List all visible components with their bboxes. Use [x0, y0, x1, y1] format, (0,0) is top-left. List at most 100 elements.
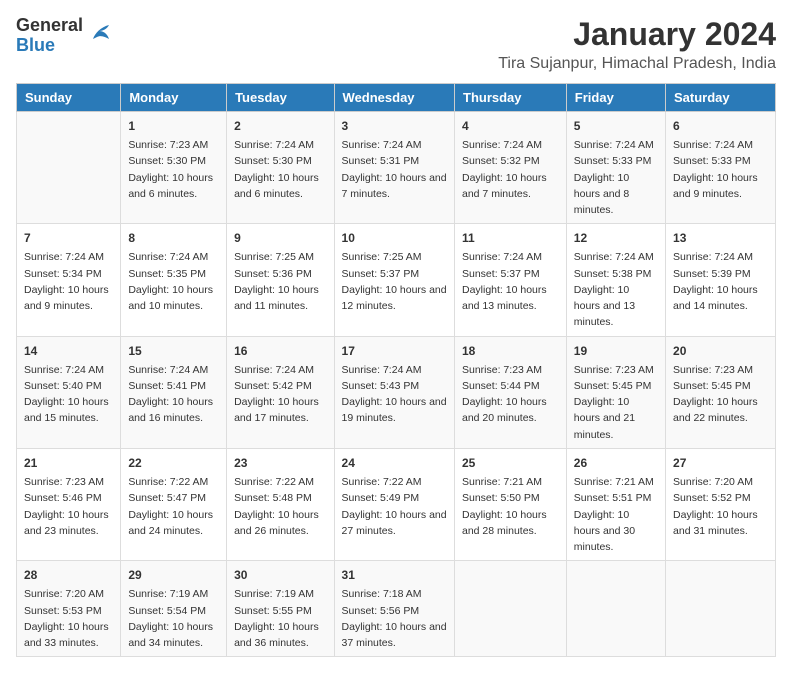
calendar-cell: 12 Sunrise: 7:24 AMSunset: 5:38 PMDayligh… [566, 224, 665, 336]
calendar-cell: 27 Sunrise: 7:20 AMSunset: 5:52 PMDayligh… [666, 448, 776, 560]
day-number: 2 [234, 117, 326, 135]
calendar-cell: 21Sunrise: 7:23 AMSunset: 5:46 PMDayligh… [17, 448, 121, 560]
cell-info: Sunrise: 7:25 AMSunset: 5:37 PMDaylight:… [342, 249, 447, 314]
calendar-week-row: 21Sunrise: 7:23 AMSunset: 5:46 PMDayligh… [17, 448, 776, 560]
day-number: 25 [462, 454, 559, 472]
calendar-cell: 4 Sunrise: 7:24 AMSunset: 5:32 PMDaylight… [455, 112, 567, 224]
day-number: 28 [24, 566, 113, 584]
calendar-cell: 18 Sunrise: 7:23 AMSunset: 5:44 PMDayligh… [455, 336, 567, 448]
calendar-cell [566, 561, 665, 657]
cell-info: Sunrise: 7:18 AMSunset: 5:56 PMDaylight:… [342, 586, 447, 651]
day-number: 30 [234, 566, 326, 584]
cell-info: Sunrise: 7:21 AMSunset: 5:51 PMDaylight:… [574, 474, 658, 555]
column-header-sunday: Sunday [17, 84, 121, 112]
calendar-cell [666, 561, 776, 657]
day-number: 31 [342, 566, 447, 584]
main-title: January 2024 [498, 16, 776, 53]
day-number: 20 [673, 342, 768, 360]
day-number: 27 [673, 454, 768, 472]
logo-bird-icon [87, 17, 117, 54]
calendar-cell: 20 Sunrise: 7:23 AMSunset: 5:45 PMDayligh… [666, 336, 776, 448]
calendar-cell: 14 Sunrise: 7:24 AMSunset: 5:40 PMDayligh… [17, 336, 121, 448]
day-number: 9 [234, 229, 326, 247]
cell-info: Sunrise: 7:23 AMSunset: 5:46 PMDaylight:… [24, 474, 113, 539]
calendar-cell: 17 Sunrise: 7:24 AMSunset: 5:43 PMDayligh… [334, 336, 454, 448]
cell-info: Sunrise: 7:24 AMSunset: 5:33 PMDaylight:… [574, 137, 658, 218]
day-number: 1 [128, 117, 219, 135]
title-area: January 2024 Tira Sujanpur, Himachal Pra… [498, 16, 776, 73]
cell-info: Sunrise: 7:23 AMSunset: 5:44 PMDaylight:… [462, 362, 559, 427]
cell-info: Sunrise: 7:24 AMSunset: 5:43 PMDaylight:… [342, 362, 447, 427]
calendar-cell: 5 Sunrise: 7:24 AMSunset: 5:33 PMDaylight… [566, 112, 665, 224]
day-number: 19 [574, 342, 658, 360]
calendar-cell: 15 Sunrise: 7:24 AMSunset: 5:41 PMDayligh… [121, 336, 227, 448]
cell-info: Sunrise: 7:24 AMSunset: 5:34 PMDaylight:… [24, 249, 113, 314]
calendar-cell: 30Sunrise: 7:19 AMSunset: 5:55 PMDayligh… [227, 561, 334, 657]
day-number: 12 [574, 229, 658, 247]
day-number: 10 [342, 229, 447, 247]
logo-general: General [16, 16, 83, 36]
calendar-cell: 13 Sunrise: 7:24 AMSunset: 5:39 PMDayligh… [666, 224, 776, 336]
logo-blue: Blue [16, 36, 83, 56]
calendar-cell [455, 561, 567, 657]
calendar-cell: 16 Sunrise: 7:24 AMSunset: 5:42 PMDayligh… [227, 336, 334, 448]
day-number: 18 [462, 342, 559, 360]
calendar-cell: 22Sunrise: 7:22 AMSunset: 5:47 PMDayligh… [121, 448, 227, 560]
cell-info: Sunrise: 7:23 AMSunset: 5:45 PMDaylight:… [574, 362, 658, 443]
calendar-week-row: 28Sunrise: 7:20 AMSunset: 5:53 PMDayligh… [17, 561, 776, 657]
cell-info: Sunrise: 7:23 AMSunset: 5:45 PMDaylight:… [673, 362, 768, 427]
calendar-cell: 26 Sunrise: 7:21 AMSunset: 5:51 PMDayligh… [566, 448, 665, 560]
day-number: 24 [342, 454, 447, 472]
day-number: 13 [673, 229, 768, 247]
calendar-cell: 2 Sunrise: 7:24 AMSunset: 5:30 PMDaylight… [227, 112, 334, 224]
cell-info: Sunrise: 7:24 AMSunset: 5:32 PMDaylight:… [462, 137, 559, 202]
cell-info: Sunrise: 7:20 AMSunset: 5:52 PMDaylight:… [673, 474, 768, 539]
calendar-cell: 31 Sunrise: 7:18 AMSunset: 5:56 PMDayligh… [334, 561, 454, 657]
cell-info: Sunrise: 7:25 AMSunset: 5:36 PMDaylight:… [234, 249, 326, 314]
column-header-monday: Monday [121, 84, 227, 112]
cell-info: Sunrise: 7:23 AMSunset: 5:30 PMDaylight:… [128, 137, 219, 202]
page-header: General Blue January 2024 Tira Sujanpur,… [16, 16, 776, 73]
calendar-week-row: 7 Sunrise: 7:24 AMSunset: 5:34 PMDaylight… [17, 224, 776, 336]
calendar-cell: 23 Sunrise: 7:22 AMSunset: 5:48 PMDayligh… [227, 448, 334, 560]
calendar-header-row: SundayMondayTuesdayWednesdayThursdayFrid… [17, 84, 776, 112]
calendar-cell: 28Sunrise: 7:20 AMSunset: 5:53 PMDayligh… [17, 561, 121, 657]
cell-info: Sunrise: 7:24 AMSunset: 5:39 PMDaylight:… [673, 249, 768, 314]
day-number: 23 [234, 454, 326, 472]
cell-info: Sunrise: 7:24 AMSunset: 5:33 PMDaylight:… [673, 137, 768, 202]
calendar-cell: 24Sunrise: 7:22 AMSunset: 5:49 PMDayligh… [334, 448, 454, 560]
column-header-friday: Friday [566, 84, 665, 112]
day-number: 5 [574, 117, 658, 135]
cell-info: Sunrise: 7:24 AMSunset: 5:30 PMDaylight:… [234, 137, 326, 202]
cell-info: Sunrise: 7:21 AMSunset: 5:50 PMDaylight:… [462, 474, 559, 539]
day-number: 16 [234, 342, 326, 360]
day-number: 26 [574, 454, 658, 472]
calendar-week-row: 14 Sunrise: 7:24 AMSunset: 5:40 PMDayligh… [17, 336, 776, 448]
calendar-cell: 11 Sunrise: 7:24 AMSunset: 5:37 PMDayligh… [455, 224, 567, 336]
calendar-cell: 25 Sunrise: 7:21 AMSunset: 5:50 PMDayligh… [455, 448, 567, 560]
cell-info: Sunrise: 7:24 AMSunset: 5:35 PMDaylight:… [128, 249, 219, 314]
day-number: 14 [24, 342, 113, 360]
calendar-cell: 29Sunrise: 7:19 AMSunset: 5:54 PMDayligh… [121, 561, 227, 657]
calendar-table: SundayMondayTuesdayWednesdayThursdayFrid… [16, 83, 776, 657]
calendar-cell: 1 Sunrise: 7:23 AMSunset: 5:30 PMDaylight… [121, 112, 227, 224]
cell-info: Sunrise: 7:24 AMSunset: 5:38 PMDaylight:… [574, 249, 658, 330]
calendar-cell: 19 Sunrise: 7:23 AMSunset: 5:45 PMDayligh… [566, 336, 665, 448]
day-number: 7 [24, 229, 113, 247]
day-number: 17 [342, 342, 447, 360]
day-number: 15 [128, 342, 219, 360]
cell-info: Sunrise: 7:24 AMSunset: 5:42 PMDaylight:… [234, 362, 326, 427]
cell-info: Sunrise: 7:24 AMSunset: 5:41 PMDaylight:… [128, 362, 219, 427]
calendar-cell: 7 Sunrise: 7:24 AMSunset: 5:34 PMDaylight… [17, 224, 121, 336]
calendar-cell [17, 112, 121, 224]
column-header-wednesday: Wednesday [334, 84, 454, 112]
cell-info: Sunrise: 7:24 AMSunset: 5:40 PMDaylight:… [24, 362, 113, 427]
calendar-cell: 8Sunrise: 7:24 AMSunset: 5:35 PMDaylight… [121, 224, 227, 336]
day-number: 11 [462, 229, 559, 247]
day-number: 4 [462, 117, 559, 135]
column-header-thursday: Thursday [455, 84, 567, 112]
calendar-week-row: 1 Sunrise: 7:23 AMSunset: 5:30 PMDaylight… [17, 112, 776, 224]
cell-info: Sunrise: 7:22 AMSunset: 5:48 PMDaylight:… [234, 474, 326, 539]
day-number: 6 [673, 117, 768, 135]
cell-info: Sunrise: 7:24 AMSunset: 5:37 PMDaylight:… [462, 249, 559, 314]
